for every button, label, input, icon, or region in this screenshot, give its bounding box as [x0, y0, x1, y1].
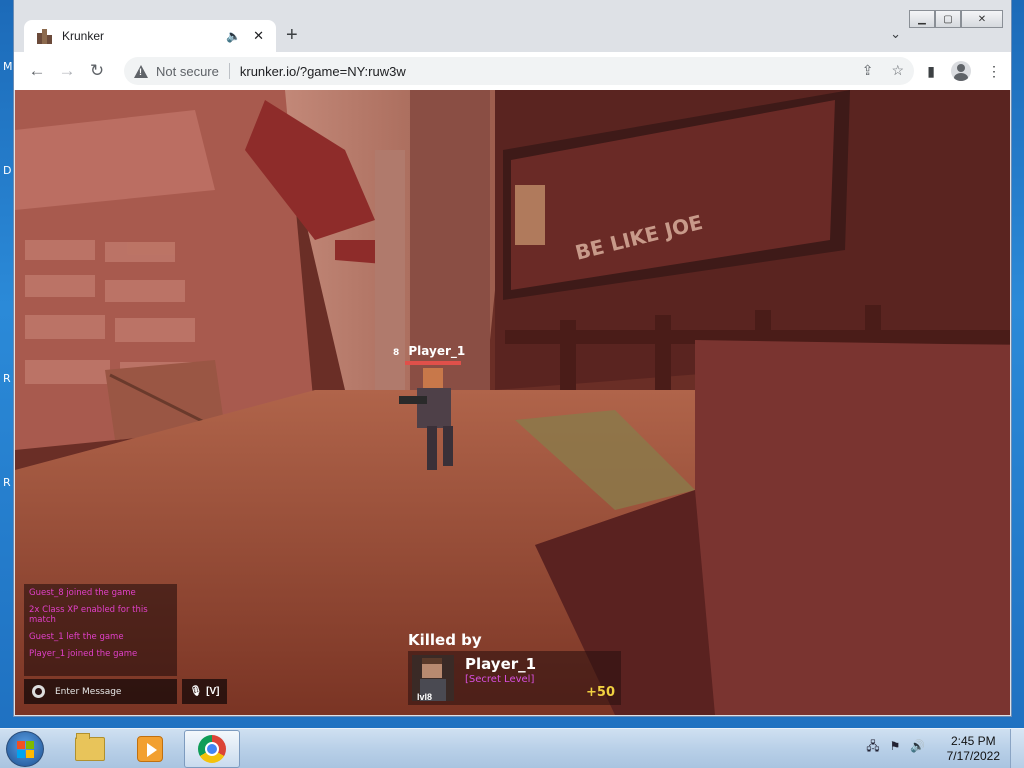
- taskbar: 🖧 ⚑ 🔊 2:45 PM 7/17/2022: [0, 728, 1024, 768]
- nametag-level: 8: [393, 348, 400, 358]
- killer-rank: [Secret Level]: [465, 674, 535, 685]
- chat-placeholder[interactable]: Enter Message: [55, 687, 121, 697]
- desktop-icon-label: D: [3, 164, 12, 177]
- player-nametag: 8 Player_1: [393, 340, 465, 365]
- url-text[interactable]: krunker.io/?game=NY:ruw3w: [240, 64, 406, 79]
- kill-score: +50: [586, 685, 615, 700]
- close-window-button[interactable]: ✕: [961, 10, 1003, 28]
- minimize-button[interactable]: ▁: [909, 10, 935, 28]
- show-desktop-button[interactable]: [1010, 729, 1024, 768]
- killer-level: lvl8: [417, 692, 433, 701]
- window-controls: ▁ ▢ ✕: [909, 10, 1003, 28]
- krunker-favicon-icon: [36, 28, 52, 44]
- tab-krunker[interactable]: Krunker 🔈 ✕: [24, 20, 276, 52]
- clock-time: 2:45 PM: [950, 734, 996, 748]
- reload-icon[interactable]: ↻: [82, 61, 112, 81]
- side-panel-icon[interactable]: ▮: [927, 63, 935, 80]
- close-icon[interactable]: ✕: [253, 28, 264, 44]
- chat-message: Player_1 joined the game: [29, 649, 138, 659]
- browser-window: ▁ ▢ ✕ Krunker 🔈 ✕ + ⌄ ← → ↻ Not secure k…: [13, 0, 1012, 717]
- killed-by-label: Killed by: [408, 631, 482, 649]
- volume-icon[interactable]: 🔊: [910, 739, 925, 753]
- chrome-icon: [198, 735, 226, 763]
- taskbar-chrome[interactable]: [184, 730, 240, 768]
- warning-icon[interactable]: [134, 64, 148, 78]
- security-label[interactable]: Not secure: [156, 64, 219, 79]
- tab-title: Krunker: [62, 29, 105, 43]
- chat-message: Guest_8 joined the game: [29, 588, 136, 598]
- voice-key-label: [V]: [206, 686, 220, 697]
- system-tray: 🖧 ⚑ 🔊: [866, 739, 925, 753]
- speaker-icon[interactable]: 🔈: [226, 29, 241, 43]
- health-bar: [405, 361, 461, 365]
- chat-message: 2x Class XP enabled for this match: [29, 605, 148, 625]
- globe-icon[interactable]: [32, 685, 45, 698]
- forward-icon[interactable]: →: [52, 61, 82, 81]
- maximize-button[interactable]: ▢: [935, 10, 961, 28]
- new-tab-button[interactable]: +: [286, 24, 298, 46]
- start-button[interactable]: [6, 731, 44, 767]
- voice-chat-button[interactable]: 🎙 [V]: [182, 679, 227, 704]
- more-menu-icon[interactable]: ⋮: [987, 63, 1001, 80]
- mic-muted-icon: 🎙: [189, 686, 203, 697]
- address-bar[interactable]: Not secure krunker.io/?game=NY:ruw3w ⇪ ☆: [124, 57, 914, 85]
- taskbar-explorer[interactable]: [62, 730, 118, 768]
- media-player-icon: [137, 736, 163, 762]
- network-icon[interactable]: 🖧: [866, 739, 880, 753]
- kill-card: lvl8 Player_1 [Secret Level] +50: [408, 651, 621, 705]
- browser-toolbar: ← → ↻ Not secure krunker.io/?game=NY:ruw…: [14, 52, 1011, 90]
- desktop-icon-label: R: [3, 476, 11, 489]
- nametag-name: Player_1: [408, 344, 466, 358]
- desktop-icon-label: R: [3, 372, 11, 385]
- divider: [228, 63, 230, 79]
- clock-date: 7/17/2022: [946, 749, 1000, 763]
- folder-icon: [75, 733, 105, 761]
- killer-name: Player_1: [465, 655, 537, 673]
- chat-log: Guest_8 joined the game 2x Class XP enab…: [24, 584, 177, 676]
- taskbar-media-player[interactable]: [122, 730, 178, 768]
- profile-avatar[interactable]: [951, 61, 971, 81]
- game-canvas[interactable]: BE LIKE JOE 8 Player_1 Guest_8 joined th…: [15, 90, 1010, 715]
- action-center-icon[interactable]: ⚑: [888, 739, 902, 753]
- clock[interactable]: 2:45 PM 7/17/2022: [947, 734, 1000, 764]
- back-icon[interactable]: ←: [22, 61, 52, 81]
- chat-input[interactable]: Enter Message: [24, 679, 177, 704]
- chevron-down-icon[interactable]: ⌄: [890, 26, 901, 42]
- share-icon[interactable]: ⇪: [862, 62, 874, 79]
- desktop-icon-label: M: [3, 60, 13, 73]
- bookmark-star-icon[interactable]: ☆: [891, 62, 904, 79]
- killer-avatar: lvl8: [412, 655, 454, 701]
- chat-message: Guest_1 left the game: [29, 632, 124, 642]
